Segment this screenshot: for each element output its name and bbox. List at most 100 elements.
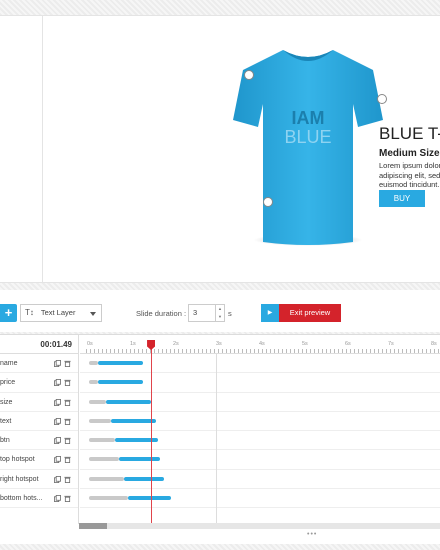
layer-track xyxy=(80,489,440,509)
layer-track xyxy=(80,412,440,432)
duplicate-icon[interactable] xyxy=(54,437,61,445)
text-layer-icon: T↕ xyxy=(25,308,34,317)
right-hotspot[interactable] xyxy=(377,94,387,104)
add-layer-button[interactable]: + xyxy=(0,304,17,322)
exit-preview-button[interactable]: Exit preview xyxy=(279,304,341,322)
slide-stage: IAM BLUE BLUE T-S Medium Size Lorem ipsu… xyxy=(42,15,440,283)
trash-icon[interactable] xyxy=(64,476,71,483)
ruler-dots xyxy=(86,349,440,353)
animation-bar[interactable] xyxy=(106,399,152,404)
bottom-hotspot[interactable] xyxy=(263,197,273,207)
duplicate-icon[interactable] xyxy=(54,495,61,503)
timeline-scrollbar[interactable] xyxy=(79,523,440,529)
duplicate-icon[interactable] xyxy=(54,475,61,483)
delay-bar[interactable] xyxy=(89,418,111,423)
description-line: Lorem ipsum dolor xyxy=(379,161,440,170)
ruler-tick: 3s xyxy=(216,341,222,347)
trash-icon[interactable] xyxy=(64,379,71,387)
stepper-up-icon[interactable]: ▲ xyxy=(216,305,224,313)
playhead-line xyxy=(151,349,153,525)
layer-row[interactable]: size xyxy=(0,393,78,412)
buy-button[interactable]: BUY xyxy=(379,190,425,207)
delay-bar[interactable] xyxy=(89,361,98,365)
layer-name[interactable]: text xyxy=(0,418,11,425)
trash-icon[interactable] xyxy=(64,360,71,367)
layer-list: name price size text btn top hotspot right hot… xyxy=(0,354,79,524)
layer-name[interactable]: top hotspot xyxy=(0,456,35,463)
layer-tracks xyxy=(80,354,440,524)
ruler-tick: 8s xyxy=(431,341,437,347)
delay-bar[interactable] xyxy=(89,438,115,443)
delay-bar[interactable] xyxy=(89,476,124,481)
delay-bar[interactable] xyxy=(89,399,107,404)
resize-handle[interactable]: ••• xyxy=(307,531,317,538)
product-size[interactable]: Medium Size xyxy=(379,148,440,159)
top-hotspot[interactable] xyxy=(244,70,254,80)
layer-row[interactable]: btn xyxy=(0,431,78,451)
trash-icon[interactable] xyxy=(64,437,71,445)
time-ruler[interactable]: 0s 1s 2s 3s 4s 5s 6s 7s 8s xyxy=(80,335,440,354)
slide-duration-label: Slide duration : xyxy=(136,309,187,318)
layer-type-select[interactable]: T↕ Text Layer xyxy=(20,304,102,322)
slide-duration-input[interactable]: 3 xyxy=(188,304,216,322)
layer-track xyxy=(80,431,440,451)
duplicate-icon[interactable] xyxy=(54,398,61,406)
layer-track xyxy=(80,393,440,412)
delay-bar[interactable] xyxy=(89,457,120,462)
duplicate-icon[interactable] xyxy=(54,456,61,464)
animation-bar[interactable] xyxy=(97,361,143,365)
description-line: euismod tincidunt. xyxy=(379,180,440,189)
layer-name[interactable]: btn xyxy=(0,437,10,444)
play-button[interactable]: ▶ xyxy=(261,304,279,322)
layer-row[interactable]: right hotspot xyxy=(0,470,78,490)
ruler-tick: 7s xyxy=(388,341,394,347)
layer-track xyxy=(80,354,440,374)
animation-bar[interactable] xyxy=(123,476,165,481)
animation-bar[interactable] xyxy=(110,418,156,423)
slide-end-line xyxy=(216,354,217,524)
ruler-tick: 1s xyxy=(130,341,136,347)
trash-icon[interactable] xyxy=(64,495,71,503)
product-description[interactable]: Lorem ipsum dolor adipiscing elit, sed d… xyxy=(379,161,440,190)
stepper-down-icon[interactable]: ▼ xyxy=(216,313,224,321)
delay-bar[interactable] xyxy=(89,496,128,501)
layers-header: 00:01.49 xyxy=(0,335,79,354)
layer-track xyxy=(80,470,440,490)
trash-icon[interactable] xyxy=(64,399,71,406)
layer-row[interactable]: name xyxy=(0,354,78,374)
scrollbar-thumb[interactable] xyxy=(79,523,107,529)
layer-row[interactable]: price xyxy=(0,373,78,393)
layer-row[interactable]: top hotspot xyxy=(0,450,78,470)
animation-bar[interactable] xyxy=(119,457,161,462)
ruler-tick: 5s xyxy=(302,341,308,347)
layer-name[interactable]: bottom hots... xyxy=(0,495,42,502)
layer-row[interactable]: bottom hots... xyxy=(0,489,78,509)
ruler-tick: 0s xyxy=(87,341,93,347)
animation-bar[interactable] xyxy=(97,380,143,385)
duplicate-icon[interactable] xyxy=(54,379,61,387)
duration-stepper[interactable]: ▲ ▼ xyxy=(216,304,225,322)
layer-name[interactable]: right hotspot xyxy=(0,476,39,483)
layer-name[interactable]: name xyxy=(0,360,18,367)
tshirt-print-line1: IAM xyxy=(292,108,325,128)
timeline-panel: 00:01.49 0s 1s 2s 3s 4s 5s 6s 7s 8s name price siz… xyxy=(0,334,440,544)
layer-track xyxy=(80,373,440,393)
slide-duration-unit: s xyxy=(228,309,232,318)
duplicate-icon[interactable] xyxy=(54,417,61,425)
stage-left-strip xyxy=(0,15,42,283)
trash-icon[interactable] xyxy=(64,456,71,464)
editor-toolbar: + T↕ Text Layer Slide duration : 3 ▲ ▼ s… xyxy=(0,290,440,332)
product-title[interactable]: BLUE T-S xyxy=(379,124,440,144)
layer-name[interactable]: price xyxy=(0,379,15,386)
tshirt-image[interactable]: IAM BLUE xyxy=(233,42,383,247)
delay-bar[interactable] xyxy=(89,380,98,385)
trash-icon[interactable] xyxy=(64,418,71,425)
layer-row[interactable]: text xyxy=(0,412,78,432)
duplicate-icon[interactable] xyxy=(54,360,61,367)
tshirt-print-line2: BLUE xyxy=(284,127,331,147)
ruler-tick: 6s xyxy=(345,341,351,347)
layer-name[interactable]: size xyxy=(0,399,12,406)
play-icon: ▶ xyxy=(267,310,273,316)
animation-bar[interactable] xyxy=(127,496,171,501)
chevron-down-icon xyxy=(90,312,96,316)
